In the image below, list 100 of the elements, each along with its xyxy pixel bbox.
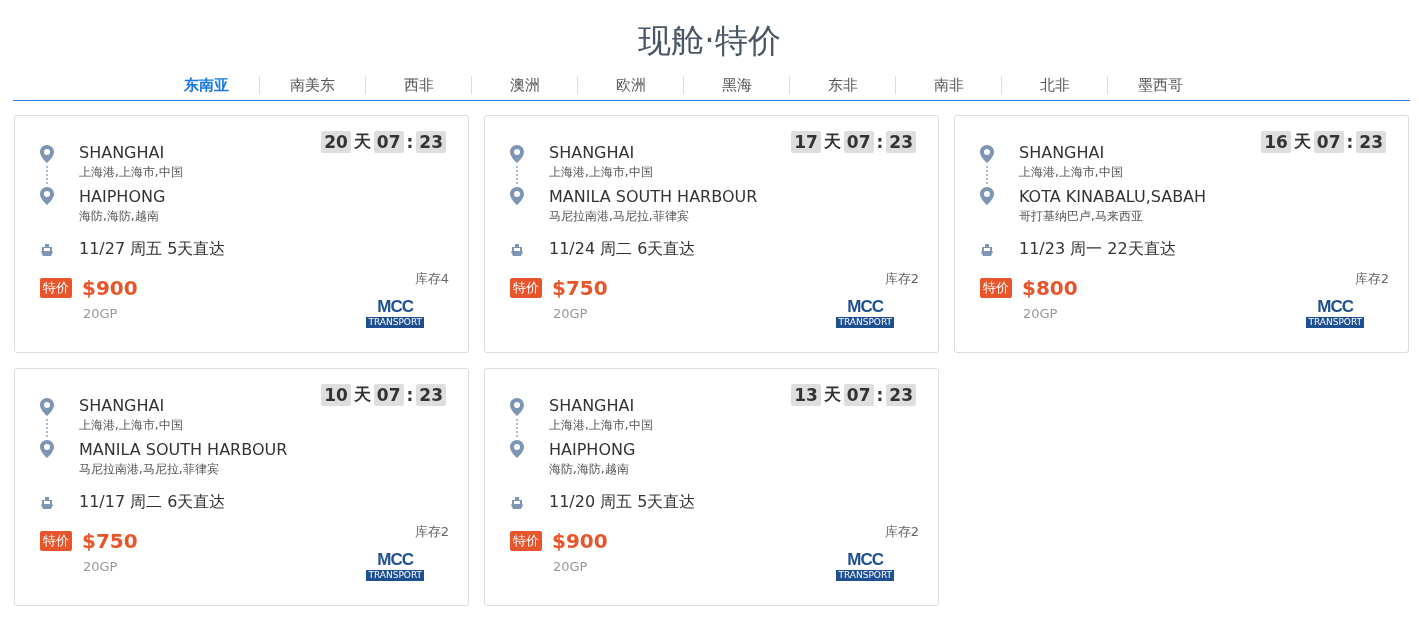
carrier-logo-subtitle: TRANSPORT: [1306, 317, 1364, 328]
countdown-hours: 07: [1313, 130, 1344, 153]
region-tab[interactable]: 黑海: [683, 76, 789, 94]
countdown-unit: 天: [1293, 130, 1311, 153]
countdown-unit: 天: [353, 383, 371, 406]
region-tab[interactable]: 西非: [365, 76, 471, 94]
offer-card[interactable]: 17 天 07 : 23 SHANGHAI 上海港,上海市,中国 MANILA SOUTH HARBOUR 马尼拉南港,马尼拉,菲律宾 11/24 周二 6天直达 特价 $750 20GP 库存2 MCC TRANSPORT: [484, 115, 939, 353]
countdown-hours: 07: [373, 383, 404, 406]
container-type: 20GP: [83, 559, 119, 574]
carrier-logo-subtitle: TRANSPORT: [366, 570, 424, 581]
ship-icon: [40, 495, 54, 510]
origin-detail: 上海港,上海市,中国: [79, 164, 183, 181]
carrier-logo-subtitle: TRANSPORT: [836, 317, 894, 328]
destination-port: MANILA SOUTH HARBOUR: [79, 440, 288, 460]
carrier-logo-subtitle: TRANSPORT: [836, 570, 894, 581]
price: $750: [552, 276, 608, 300]
stock-count: 库存2: [884, 523, 919, 541]
price: $900: [552, 529, 608, 553]
price: $900: [82, 276, 138, 300]
stock-count: 库存2: [884, 270, 919, 288]
container-type: 20GP: [83, 306, 119, 321]
origin-detail: 上海港,上海市,中国: [79, 417, 183, 434]
container-type: 20GP: [553, 306, 589, 321]
special-badge: 特价: [510, 531, 542, 551]
location-pin-icon: [510, 187, 524, 205]
countdown-separator: :: [406, 384, 414, 405]
destination-port: HAIPHONG: [549, 440, 636, 460]
origin-detail: 上海港,上海市,中国: [549, 164, 653, 181]
carrier-logo: MCC: [1317, 298, 1354, 316]
special-badge: 特价: [980, 278, 1012, 298]
price: $800: [1022, 276, 1078, 300]
destination-port: HAIPHONG: [79, 187, 166, 207]
sailing-schedule: 11/24 周二 6天直达: [549, 239, 697, 260]
location-pin-icon: [40, 398, 54, 416]
carrier-logo: MCC: [847, 298, 884, 316]
container-type: 20GP: [553, 559, 589, 574]
offer-card[interactable]: 10 天 07 : 23 SHANGHAI 上海港,上海市,中国 MANILA SOUTH HARBOUR 马尼拉南港,马尼拉,菲律宾 11/17 周二 6天直达 特价 $750 20GP 库存2 MCC TRANSPORT: [14, 368, 469, 606]
origin-port: SHANGHAI: [549, 396, 635, 416]
sailing-schedule: 11/17 周二 6天直达: [79, 492, 227, 513]
countdown-unit: 天: [823, 383, 841, 406]
region-tab[interactable]: 澳洲: [471, 76, 577, 94]
region-tab[interactable]: 南非: [895, 76, 1001, 94]
countdown-minutes: 23: [416, 130, 446, 153]
offer-card[interactable]: 20 天 07 : 23 SHANGHAI 上海港,上海市,中国 HAIPHONG 海防,海防,越南 11/27 周五 5天直达 特价 $900 20GP 库存4 MCC TRANSPORT: [14, 115, 469, 353]
carrier-logo-subtitle: TRANSPORT: [366, 317, 424, 328]
countdown-hours: 07: [843, 130, 874, 153]
destination-detail: 马尼拉南港,马尼拉,菲律宾: [549, 208, 689, 225]
origin-port: SHANGHAI: [79, 396, 165, 416]
region-tab[interactable]: 欧洲: [577, 76, 683, 94]
special-badge: 特价: [510, 278, 542, 298]
carrier-logo: MCC: [377, 298, 414, 316]
offer-card[interactable]: 13 天 07 : 23 SHANGHAI 上海港,上海市,中国 HAIPHONG 海防,海防,越南 11/20 周五 5天直达 特价 $900 20GP 库存2 MCC TRANSPORT: [484, 368, 939, 606]
countdown-separator: :: [876, 131, 884, 152]
destination-detail: 海防,海防,越南: [79, 208, 159, 225]
price: $750: [82, 529, 138, 553]
origin-port: SHANGHAI: [549, 143, 635, 163]
stock-count: 库存2: [1354, 270, 1389, 288]
location-pin-icon: [980, 187, 994, 205]
countdown-minutes: 23: [416, 383, 446, 406]
destination-port: MANILA SOUTH HARBOUR: [549, 187, 758, 207]
countdown-separator: :: [1346, 131, 1354, 152]
location-pin-icon: [980, 145, 994, 163]
countdown-hours: 07: [373, 130, 404, 153]
destination-port: KOTA KINABALU,SABAH: [1019, 187, 1207, 207]
ship-icon: [510, 495, 524, 510]
origin-port: SHANGHAI: [1019, 143, 1105, 163]
region-tab[interactable]: 墨西哥: [1107, 76, 1213, 94]
countdown-minutes: 23: [886, 383, 916, 406]
ship-icon: [980, 242, 994, 257]
location-pin-icon: [510, 398, 524, 416]
countdown-unit: 天: [823, 130, 841, 153]
region-tab[interactable]: 南美东: [259, 76, 365, 94]
location-pin-icon: [40, 187, 54, 205]
special-badge: 特价: [40, 278, 72, 298]
countdown-unit: 天: [353, 130, 371, 153]
carrier-logo: MCC: [847, 551, 884, 569]
ship-icon: [40, 242, 54, 257]
countdown-days: 17: [791, 130, 821, 153]
origin-port: SHANGHAI: [79, 143, 165, 163]
location-pin-icon: [510, 145, 524, 163]
countdown-minutes: 23: [886, 130, 916, 153]
destination-detail: 海防,海防,越南: [549, 461, 629, 478]
carrier-logo: MCC: [377, 551, 414, 569]
location-pin-icon: [40, 145, 54, 163]
offer-card[interactable]: 16 天 07 : 23 SHANGHAI 上海港,上海市,中国 KOTA KINABALU,SABAH 哥打基纳巴卢,马来西亚 11/23 周一 22天直达 特价 $800 20GP 库存2 MCC TRANSPORT: [954, 115, 1409, 353]
region-tab[interactable]: 东非: [789, 76, 895, 94]
ship-icon: [510, 242, 524, 257]
origin-detail: 上海港,上海市,中国: [1019, 164, 1123, 181]
countdown-days: 20: [321, 130, 351, 153]
countdown-days: 13: [791, 383, 821, 406]
sailing-schedule: 11/27 周五 5天直达: [79, 239, 227, 260]
page-title: 现舱·特价: [637, 20, 782, 62]
countdown-minutes: 23: [1356, 130, 1386, 153]
countdown-separator: :: [406, 131, 414, 152]
countdown-separator: :: [876, 384, 884, 405]
region-tab[interactable]: 东南亚: [153, 76, 259, 94]
special-badge: 特价: [40, 531, 72, 551]
destination-detail: 马尼拉南港,马尼拉,菲律宾: [79, 461, 219, 478]
stock-count: 库存2: [414, 523, 449, 541]
region-tab[interactable]: 北非: [1001, 76, 1107, 94]
